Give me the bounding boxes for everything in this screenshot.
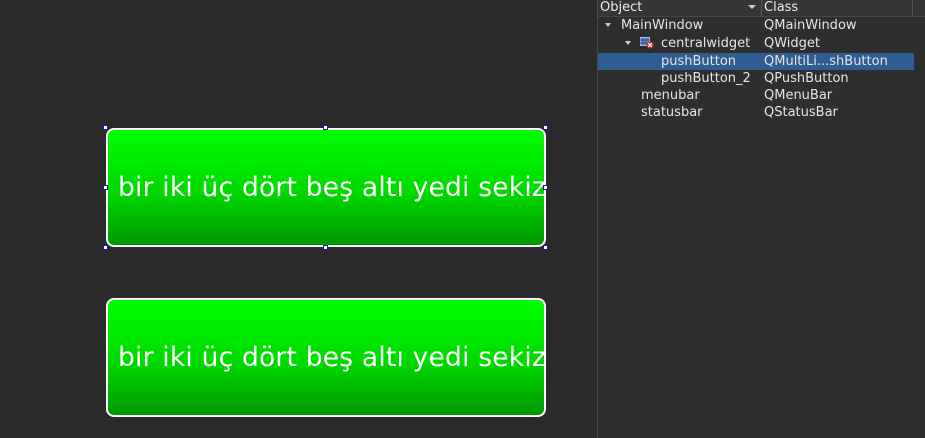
tree-object-name: menubar	[641, 88, 700, 103]
tree-class-name: QMenuBar	[764, 88, 833, 103]
tree-row-menubar[interactable]: menubar QMenuBar	[598, 87, 914, 104]
push-button-2[interactable]: bir iki üç dört beş altı yedi sekiz	[106, 298, 546, 417]
resize-handle-top-left[interactable]	[103, 125, 108, 130]
resize-handle-left[interactable]	[103, 185, 108, 190]
resize-handle-top-right[interactable]	[543, 125, 548, 130]
tree-class-name: QStatusBar	[764, 105, 838, 120]
column-header-class[interactable]: Class	[762, 0, 913, 16]
tree-class-name: QWidget	[764, 36, 821, 51]
expand-arrow-icon[interactable]	[625, 41, 631, 45]
resize-handle-bottom-right[interactable]	[543, 245, 548, 250]
tree-object-name: statusbar	[641, 105, 703, 120]
push-button-label: bir iki üç dört beş altı yedi sekiz	[118, 172, 546, 203]
push-button-2-label: bir iki üç dört beş altı yedi sekiz	[118, 342, 546, 373]
resize-handle-right[interactable]	[543, 185, 548, 190]
tree-row-centralwidget[interactable]: centralwidget QWidget	[598, 35, 914, 52]
tree-object-name: pushButton_2	[661, 71, 751, 86]
column-header-object-label: Object	[600, 0, 643, 15]
column-header-class-label: Class	[764, 0, 799, 15]
tree-row-pushbutton[interactable]: pushButton QMultiLi...shButton	[598, 53, 914, 70]
inspector-header: Object Class	[598, 0, 925, 17]
tree-class-name: QMultiLi...shButton	[764, 54, 888, 69]
tree-object-name: MainWindow	[621, 18, 704, 33]
tree-class-name: QMainWindow	[764, 18, 857, 33]
layout-broken-icon	[640, 37, 654, 49]
column-header-object[interactable]: Object	[598, 0, 762, 16]
resize-handle-top[interactable]	[323, 125, 328, 130]
tree-object-name: pushButton	[661, 54, 737, 69]
sort-indicator-icon	[748, 5, 756, 9]
tree-object-name: centralwidget	[661, 36, 751, 51]
resize-handle-bottom-left[interactable]	[103, 245, 108, 250]
form-canvas: bir iki üç dört beş altı yedi sekiz bir …	[0, 0, 597, 438]
expand-arrow-icon[interactable]	[605, 23, 611, 27]
tree-class-name: QPushButton	[764, 71, 849, 86]
tree-row-pushbutton-2[interactable]: pushButton_2 QPushButton	[598, 70, 914, 87]
resize-handle-bottom[interactable]	[323, 245, 328, 250]
object-inspector: Object Class MainWindow QMainWindow cent…	[597, 0, 925, 438]
push-button-selected[interactable]: bir iki üç dört beş altı yedi sekiz	[106, 128, 546, 247]
tree-row-statusbar[interactable]: statusbar QStatusBar	[598, 104, 914, 121]
tree-row-mainwindow[interactable]: MainWindow QMainWindow	[598, 17, 914, 34]
vertical-scrollbar[interactable]	[914, 17, 925, 438]
